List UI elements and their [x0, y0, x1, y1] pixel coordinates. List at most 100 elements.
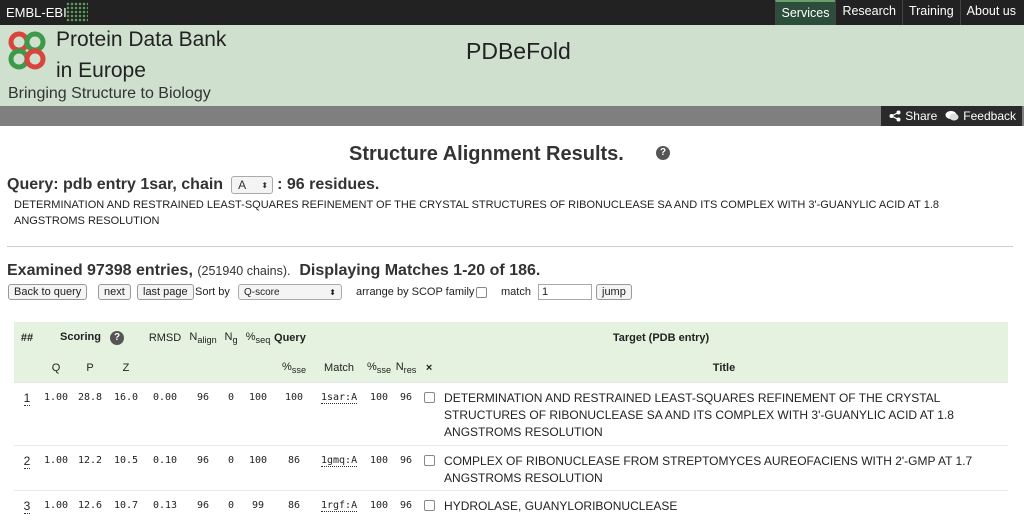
cell-nres: 96: [394, 381, 419, 445]
feedback-button[interactable]: Feedback: [945, 109, 1016, 123]
cell-p: 12.6: [72, 489, 108, 520]
results-table: ## Scoring ? RMSD Nalign Ng %seq Query T…: [14, 322, 1008, 520]
cell-title: HYDROLASE, GUANYLORIBONUCLEASE: [440, 489, 1008, 520]
col-title: Title: [440, 354, 1008, 382]
col-psse-target: %sse: [364, 354, 395, 382]
cell-q: 1.00: [40, 381, 72, 445]
sort-by-label: Sort by: [195, 286, 230, 298]
cell-ng: 0: [220, 444, 243, 490]
sort-by-value: Q-score: [244, 286, 280, 298]
col-nres-sub: res: [403, 364, 417, 375]
col-psse-target-label: %: [367, 360, 377, 373]
row-checkbox[interactable]: [423, 454, 435, 466]
col-psse-query: %sse: [274, 354, 315, 382]
cell-match: 1rgf:A: [314, 489, 365, 520]
cell-pseq: 99: [242, 489, 275, 520]
help-icon[interactable]: ?: [110, 331, 125, 345]
match-link[interactable]: 1gmq:A: [320, 454, 358, 467]
match-label: match: [501, 286, 531, 298]
jump-button[interactable]: jump: [596, 284, 632, 300]
cell-pseq: 100: [242, 381, 275, 445]
col-nalign: Nalign: [186, 322, 221, 354]
row-number[interactable]: 1: [23, 390, 31, 406]
match-link[interactable]: 1sar:A: [320, 391, 358, 404]
col-ng: Ng: [220, 322, 243, 354]
last-page-button[interactable]: last page: [137, 284, 194, 300]
col-blank: [242, 354, 275, 382]
select-arrows-icon: ⬍: [261, 180, 269, 190]
global-nav: Services Research Training About us: [774, 0, 1022, 25]
chain-select[interactable]: A ⬍: [231, 176, 274, 194]
col-scoring-label: Scoring: [60, 331, 101, 343]
match-input[interactable]: 1: [538, 284, 592, 300]
query-line: Query: pdb entry 1sar, chain A ⬍ : 96 re…: [7, 176, 379, 194]
col-p: P: [72, 354, 108, 382]
nav-about-us[interactable]: About us: [959, 0, 1022, 25]
help-icon[interactable]: ?: [656, 146, 670, 160]
col-query: Query: [274, 322, 315, 354]
col-hash: ##: [14, 322, 40, 354]
col-ng-sub: g: [232, 335, 238, 346]
cell-nalign: 96: [186, 489, 221, 520]
row-number[interactable]: 2: [23, 453, 31, 469]
row-number-link[interactable]: 2: [14, 444, 40, 490]
cell-q: 1.00: [40, 489, 72, 520]
col-match: Match: [314, 354, 365, 382]
cell-psse-query: 86: [274, 444, 315, 490]
header-divider-bar: [0, 106, 1024, 126]
cell-z: 16.0: [108, 381, 145, 445]
match-link[interactable]: 1rgf:A: [320, 499, 358, 512]
col-pseq: %seq: [242, 322, 275, 354]
share-label: Share: [905, 109, 938, 123]
row-number[interactable]: 3: [23, 498, 31, 514]
feedback-icon: [945, 111, 959, 121]
app-name: PDBeFold: [466, 38, 571, 64]
col-blank: [186, 354, 221, 382]
back-to-query-button[interactable]: Back to query: [8, 284, 88, 300]
col-nres: Nres: [394, 354, 419, 382]
cell-p: 28.8: [72, 381, 108, 445]
cell-select: [418, 489, 441, 520]
query-prefix: Query: pdb entry 1sar, chain: [7, 176, 224, 193]
row-number-link[interactable]: 1: [14, 381, 40, 445]
examined-entries: Examined 97398 entries,: [7, 262, 193, 279]
cell-rmsd: 0.13: [144, 489, 187, 520]
cell-ng: 0: [220, 489, 243, 520]
embl-dots-icon: [66, 2, 88, 22]
examined-chains: (251940 chains).: [197, 264, 291, 278]
embl-ebi-logo[interactable]: EMBL-EBI: [6, 5, 67, 20]
cell-pseq: 100: [242, 444, 275, 490]
nav-training[interactable]: Training: [901, 0, 960, 25]
col-blank: [14, 354, 40, 382]
row-number-link[interactable]: 3: [14, 489, 40, 520]
col-pseq-sub: seq: [255, 335, 271, 346]
cell-title: DETERMINATION AND RESTRAINED LEAST-SQUAR…: [440, 381, 1008, 445]
row-checkbox[interactable]: [423, 391, 435, 403]
col-z: Z: [108, 354, 145, 382]
next-button[interactable]: next: [98, 284, 131, 300]
share-button[interactable]: Share: [889, 109, 937, 123]
results-title: Structure Alignment Results.: [349, 143, 624, 165]
pdbe-logo-icon[interactable]: [8, 31, 48, 71]
sort-by-select[interactable]: Q-score ⬍: [238, 284, 342, 300]
query-description: DETERMINATION AND RESTRAINED LEAST-SQUAR…: [14, 199, 940, 227]
site-header: Protein Data Bank in Europe Bringing Str…: [0, 25, 1024, 106]
chain-select-value: A: [238, 178, 247, 192]
col-psse-target-sub: sse: [376, 364, 392, 375]
col-blank: [220, 354, 243, 382]
cell-z: 10.7: [108, 489, 145, 520]
cell-select: [418, 381, 441, 445]
site-title-line2[interactable]: in Europe: [56, 59, 146, 83]
table-subheader-row: Q P Z %sse Match %sse Nres × Title: [14, 354, 1008, 382]
cell-title: COMPLEX OF RIBONUCLEASE FROM STREPTOMYCE…: [440, 444, 1008, 490]
cell-psse-target: 100: [364, 381, 395, 445]
cell-psse-target: 100: [364, 489, 395, 520]
site-title-line1[interactable]: Protein Data Bank: [56, 28, 226, 52]
arrange-scop-checkbox[interactable]: [476, 287, 487, 298]
nav-research[interactable]: Research: [835, 0, 902, 25]
arrange-scop-label: arrange by SCOP family: [356, 286, 475, 298]
top-bar: EMBL-EBI Services Research Training Abou…: [0, 0, 1024, 25]
nav-services[interactable]: Services: [774, 0, 836, 25]
col-pseq-label: %: [245, 330, 256, 343]
row-checkbox[interactable]: [423, 499, 435, 511]
